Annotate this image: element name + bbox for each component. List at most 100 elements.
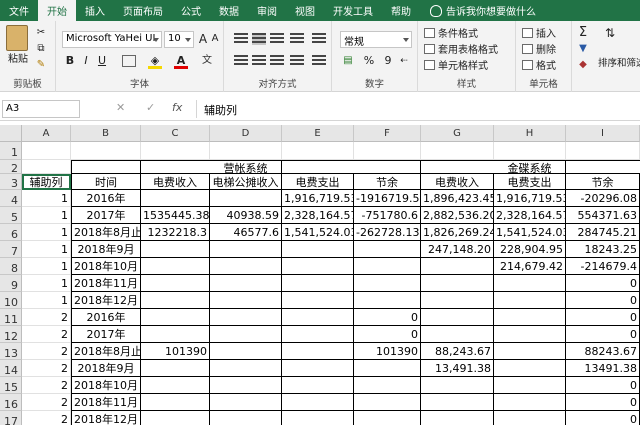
cell-A16[interactable]: 2 xyxy=(22,394,71,411)
cell-G7[interactable]: 247,148.20 xyxy=(421,241,494,258)
underline-button[interactable]: U xyxy=(96,53,108,69)
cell-G1[interactable] xyxy=(421,142,494,160)
cell-C17[interactable] xyxy=(141,411,210,425)
cell-B1[interactable] xyxy=(71,142,141,160)
cell-A14[interactable]: 2 xyxy=(22,360,71,377)
currency-icon[interactable]: ▤ xyxy=(340,53,356,69)
copy-icon[interactable]: ⧉ xyxy=(34,41,48,57)
number-format-combo[interactable]: 常规 xyxy=(340,31,412,48)
cell-F16[interactable] xyxy=(354,394,421,411)
tab-3[interactable]: 页面布局 xyxy=(114,0,172,21)
sort-filter-label[interactable]: 排序和筛选 xyxy=(598,55,640,69)
cell-C5[interactable]: 1535445.38 xyxy=(141,207,210,224)
cell-F8[interactable] xyxy=(354,258,421,275)
cell-G16[interactable] xyxy=(421,394,494,411)
clear-icon[interactable]: ◆ xyxy=(576,57,590,73)
tab-2[interactable]: 插入 xyxy=(76,0,114,21)
grow-font-button[interactable]: A xyxy=(197,31,209,47)
cell-I15[interactable]: 0 xyxy=(566,377,640,394)
cell-B12[interactable]: 2017年 xyxy=(71,326,141,343)
border-icon[interactable] xyxy=(122,55,136,67)
tab-0[interactable]: 文件 xyxy=(0,0,38,21)
row-header-16[interactable]: 16 xyxy=(0,394,22,411)
cell-H17[interactable] xyxy=(494,411,566,425)
column-header-E[interactable]: E xyxy=(282,125,354,142)
cell-I9[interactable]: 0 xyxy=(566,275,640,292)
cell-I16[interactable]: 0 xyxy=(566,394,640,411)
row-header-6[interactable]: 6 xyxy=(0,224,22,241)
cell-A12[interactable]: 2 xyxy=(22,326,71,343)
column-header-G[interactable]: G xyxy=(421,125,494,142)
cell-I3[interactable]: 节余 xyxy=(566,174,640,190)
percent-button[interactable]: % xyxy=(362,53,376,69)
cell-I14[interactable]: 13491.38 xyxy=(566,360,640,377)
cell-G6[interactable]: 1,826,269.24 xyxy=(421,224,494,241)
tab-7[interactable]: 视图 xyxy=(286,0,324,21)
cell-A7[interactable]: 1 xyxy=(22,241,71,258)
indent-icon[interactable] xyxy=(290,55,304,67)
bold-button[interactable]: B xyxy=(64,53,76,69)
cell-D4[interactable] xyxy=(210,190,282,207)
decimal-icon[interactable]: ⇠ xyxy=(396,53,412,69)
cell-D2[interactable]: 营帐系统 xyxy=(210,160,282,175)
tab-4[interactable]: 公式 xyxy=(172,0,210,21)
paste-button[interactable]: 粘贴 xyxy=(5,52,31,68)
cell-B3[interactable]: 时间 xyxy=(71,174,141,190)
cell-H6[interactable]: 1,541,524.03 xyxy=(494,224,566,241)
cell-F4[interactable]: -1916719.5 xyxy=(354,190,421,207)
sort-filter-icon[interactable]: ⇅ xyxy=(602,25,618,41)
cell-C7[interactable] xyxy=(141,241,210,258)
cell-C1[interactable] xyxy=(141,142,210,160)
format-painter-icon[interactable]: ✎ xyxy=(34,57,48,73)
cell-F5[interactable]: -751780.6 xyxy=(354,207,421,224)
row-header-10[interactable]: 10 xyxy=(0,292,22,309)
cell-E9[interactable] xyxy=(282,275,354,292)
wrap-text-icon[interactable] xyxy=(312,33,326,45)
cell-H1[interactable] xyxy=(494,142,566,160)
cell-B6[interactable]: 2018年8月止 xyxy=(71,224,141,241)
cell-C16[interactable] xyxy=(141,394,210,411)
cell-H4[interactable]: 1,916,719.53 xyxy=(494,190,566,207)
orientation-icon[interactable] xyxy=(290,33,304,45)
cell-H10[interactable] xyxy=(494,292,566,309)
cell-E5[interactable]: 2,328,164.57 xyxy=(282,207,354,224)
cell-H12[interactable] xyxy=(494,326,566,343)
cell-H8[interactable]: 214,679.42 xyxy=(494,258,566,275)
cell-H7[interactable]: 228,904.95 xyxy=(494,241,566,258)
cell-I10[interactable]: 0 xyxy=(566,292,640,309)
cell-B7[interactable]: 2018年9月 xyxy=(71,241,141,258)
tab-5[interactable]: 数据 xyxy=(210,0,248,21)
merge-center-icon[interactable] xyxy=(312,55,326,67)
row-header-1[interactable]: 1 xyxy=(0,142,22,160)
cell-F1[interactable] xyxy=(354,142,421,160)
cell-G17[interactable] xyxy=(421,411,494,425)
cell-I13[interactable]: 88243.67 xyxy=(566,343,640,360)
cell-I7[interactable]: 18243.25 xyxy=(566,241,640,258)
cell-E7[interactable] xyxy=(282,241,354,258)
autosum-button[interactable]: Σ xyxy=(576,25,590,41)
cell-F12[interactable]: 0 xyxy=(354,326,421,343)
formula-input[interactable]: 辅助列 xyxy=(196,100,244,118)
format-as-table-button[interactable]: 套用表格格式 xyxy=(424,41,498,56)
wen-icon[interactable]: 文 xyxy=(200,53,214,69)
tab-8[interactable]: 开发工具 xyxy=(324,0,382,21)
cell-F6[interactable]: -262728.13 xyxy=(354,224,421,241)
cell-F3[interactable]: 节余 xyxy=(354,174,421,190)
delete-cells-button[interactable]: 删除 xyxy=(522,41,556,56)
cell-D16[interactable] xyxy=(210,394,282,411)
cell-A15[interactable]: 2 xyxy=(22,377,71,394)
cell-G5[interactable]: 2,882,536.20 xyxy=(421,207,494,224)
cell-D9[interactable] xyxy=(210,275,282,292)
cell-G15[interactable] xyxy=(421,377,494,394)
insert-function-icon[interactable]: fx xyxy=(172,101,182,114)
cell-F9[interactable] xyxy=(354,275,421,292)
cell-F10[interactable] xyxy=(354,292,421,309)
conditional-format-button[interactable]: 条件格式 xyxy=(424,25,478,40)
cell-I17[interactable]: 0 xyxy=(566,411,640,425)
cell-D15[interactable] xyxy=(210,377,282,394)
cell-A9[interactable]: 1 xyxy=(22,275,71,292)
cell-D6[interactable]: 46577.6 xyxy=(210,224,282,241)
cell-F11[interactable]: 0 xyxy=(354,309,421,326)
select-all-corner[interactable] xyxy=(0,125,22,142)
cell-H14[interactable] xyxy=(494,360,566,377)
